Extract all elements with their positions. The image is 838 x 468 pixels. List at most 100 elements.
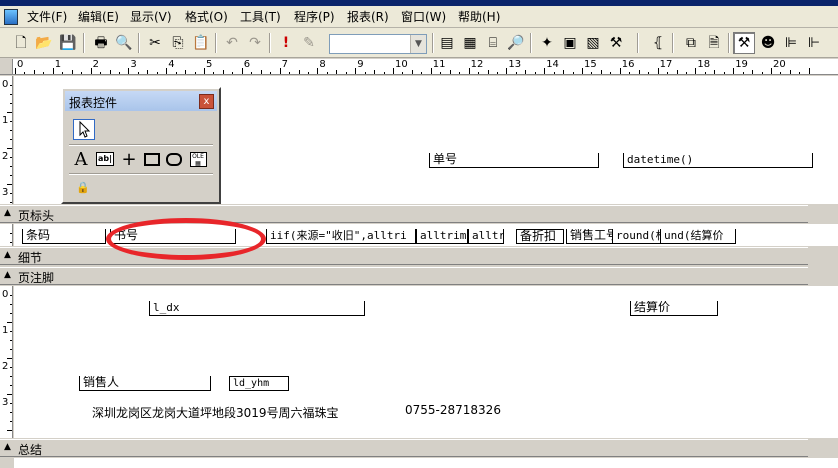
band-page-header[interactable]: ▲ 页标头: [0, 205, 808, 223]
properties-icon[interactable]: ▦: [459, 32, 481, 54]
menu-report[interactable]: 报表(R): [345, 9, 391, 25]
ruler-tick: [667, 72, 669, 74]
phone-label[interactable]: 0755-28718326: [405, 403, 501, 417]
ruler-tick: [374, 70, 376, 74]
ruler-tick: [496, 72, 498, 74]
modify-icon[interactable]: ✎: [298, 32, 320, 54]
layout-icon[interactable]: ⊫: [780, 32, 802, 54]
color-palette-icon[interactable]: ☻: [757, 32, 779, 54]
chevron-down-icon[interactable]: ▼: [410, 35, 426, 53]
print-preview-icon[interactable]: 🔍: [113, 32, 135, 54]
ruler-tick: [478, 72, 480, 74]
print-icon[interactable]: 🖶: [90, 32, 112, 54]
vertical-ruler-page-header: 0 1 2 3: [0, 76, 13, 204]
report-designer-icon[interactable]: ▧: [582, 32, 604, 54]
field-tool-icon[interactable]: ab|: [95, 149, 115, 169]
data-environment-icon[interactable]: ▤: [436, 32, 458, 54]
menu-view[interactable]: 显示(V): [128, 9, 174, 25]
toolbar: 🗋 📂 💾 🖶 🔍 ✂ ⎘ 📋 ↶ ↷ ! ✎ ▼ ▤ ▦ ⌸ 🔎 ✦ ▣ ▧ …: [0, 28, 838, 58]
toolbar-separator: [432, 33, 434, 53]
band-page-footer[interactable]: ▲ 页注脚: [0, 267, 808, 285]
report-controls-toggle-icon[interactable]: ⚒: [733, 32, 755, 54]
palette-title-bar[interactable]: 报表控件 x: [65, 91, 217, 111]
l-dx-field[interactable]: l_dx: [149, 301, 365, 316]
address-label[interactable]: 深圳龙岗区龙岗大道坪地段3019号周六福珠宝: [92, 404, 339, 421]
alltrim-field-1[interactable]: alltrim: [416, 229, 468, 244]
report-controls-palette[interactable]: 报表控件 x A ab| + OLE ▦ 🔒: [61, 87, 221, 204]
save-icon[interactable]: 💾: [57, 32, 79, 54]
band-collapse-icon: ▲: [4, 270, 11, 280]
ruler-tick: [742, 72, 744, 74]
menu-file[interactable]: 文件(F): [25, 9, 69, 25]
salesperson-field[interactable]: 销售人: [79, 376, 211, 391]
round-field-1[interactable]: round(标: [612, 229, 664, 244]
ruler-tick: [194, 72, 196, 74]
form-icon[interactable]: ▣: [559, 32, 581, 54]
wizard-icon[interactable]: ✦: [536, 32, 558, 54]
ruler-tick: [10, 202, 12, 203]
ruler-tick: [10, 376, 12, 377]
ruler-number: 15: [584, 59, 597, 70]
menu-tools[interactable]: 工具(T): [238, 9, 283, 25]
menu-format[interactable]: 格式(O): [183, 9, 230, 25]
ruler-tick: [10, 94, 12, 95]
page-footer-area[interactable]: l_dx 结算价 销售人 ld_yhm 深圳龙岗区龙岗大道坪地段3019号周六福…: [14, 286, 838, 438]
rectangle-tool-icon[interactable]: [142, 149, 162, 169]
ruler-tick: [24, 72, 26, 74]
code-window-icon[interactable]: ⌸: [482, 32, 504, 54]
ruler-tick: [600, 70, 602, 74]
ruler-tick: [260, 70, 262, 74]
copy-icon[interactable]: ⎘: [167, 32, 189, 54]
picture-ole-tool-icon[interactable]: OLE ▦: [188, 149, 208, 169]
lock-icon[interactable]: 🔒: [73, 177, 93, 197]
ruler-tick: [10, 331, 12, 332]
alltrim-field-2[interactable]: alltri: [468, 229, 504, 244]
open-icon[interactable]: 📂: [33, 32, 55, 54]
new-icon[interactable]: 🗋: [10, 32, 32, 54]
ld-yhm-field[interactable]: ld_yhm: [229, 376, 289, 391]
band-summary[interactable]: ▲ 总结: [0, 439, 808, 457]
menu-program[interactable]: 程序(P): [292, 9, 337, 25]
barcode-field[interactable]: 条码: [22, 229, 106, 244]
toolbar-separator: [637, 33, 639, 53]
ruler-tick: [175, 72, 177, 74]
ruler-tick: [307, 72, 309, 74]
report-preview-icon[interactable]: 🔎: [505, 32, 527, 54]
datetime-field[interactable]: datetime(): [623, 153, 813, 168]
undo-icon[interactable]: ↶: [221, 32, 243, 54]
tools-icon[interactable]: ⚒: [605, 32, 627, 54]
menu-help[interactable]: 帮助(H): [456, 9, 502, 25]
align-icon[interactable]: ⊩: [803, 32, 825, 54]
ruler-tick: [270, 72, 272, 74]
label-tool-icon[interactable]: A: [71, 149, 91, 170]
run-icon[interactable]: !: [275, 32, 297, 54]
ruler-tick: [289, 72, 291, 74]
select-pointer-button[interactable]: [73, 119, 95, 140]
round-field-2[interactable]: und(结算价: [660, 229, 736, 244]
rounded-rectangle-tool-icon[interactable]: [164, 149, 184, 169]
command-window-icon[interactable]: ⧉: [680, 32, 702, 54]
toolbar-separator: [728, 33, 730, 53]
ruler-tick: [563, 70, 565, 74]
iif-source-field[interactable]: iif(来源="收旧",alltri: [266, 229, 416, 244]
discount-field[interactable]: 备折扣: [516, 229, 564, 244]
settle-price-field[interactable]: 结算价: [630, 301, 718, 316]
ruler-tick: [430, 68, 432, 74]
menu-edit[interactable]: 编辑(E): [76, 9, 121, 25]
redo-icon[interactable]: ↷: [244, 32, 266, 54]
line-tool-icon[interactable]: +: [119, 149, 139, 170]
bill-no-field[interactable]: 单号: [429, 153, 599, 168]
menu-window[interactable]: 窗口(W): [399, 9, 448, 25]
ruler-tick: [799, 72, 801, 74]
ruler-number: 11: [432, 59, 446, 70]
cut-icon[interactable]: ✂: [144, 32, 166, 54]
salary-no-field[interactable]: 销售工号: [566, 229, 616, 244]
object-combo[interactable]: ▼: [329, 34, 427, 54]
class-browser-icon[interactable]: ⦃: [647, 32, 669, 54]
ruler-tick: [421, 72, 423, 74]
paste-icon[interactable]: 📋: [190, 32, 212, 54]
ruler-tick: [723, 72, 725, 74]
view-window-icon[interactable]: 🗎: [703, 32, 725, 54]
close-button[interactable]: x: [199, 94, 214, 109]
summary-area[interactable]: [14, 458, 838, 468]
